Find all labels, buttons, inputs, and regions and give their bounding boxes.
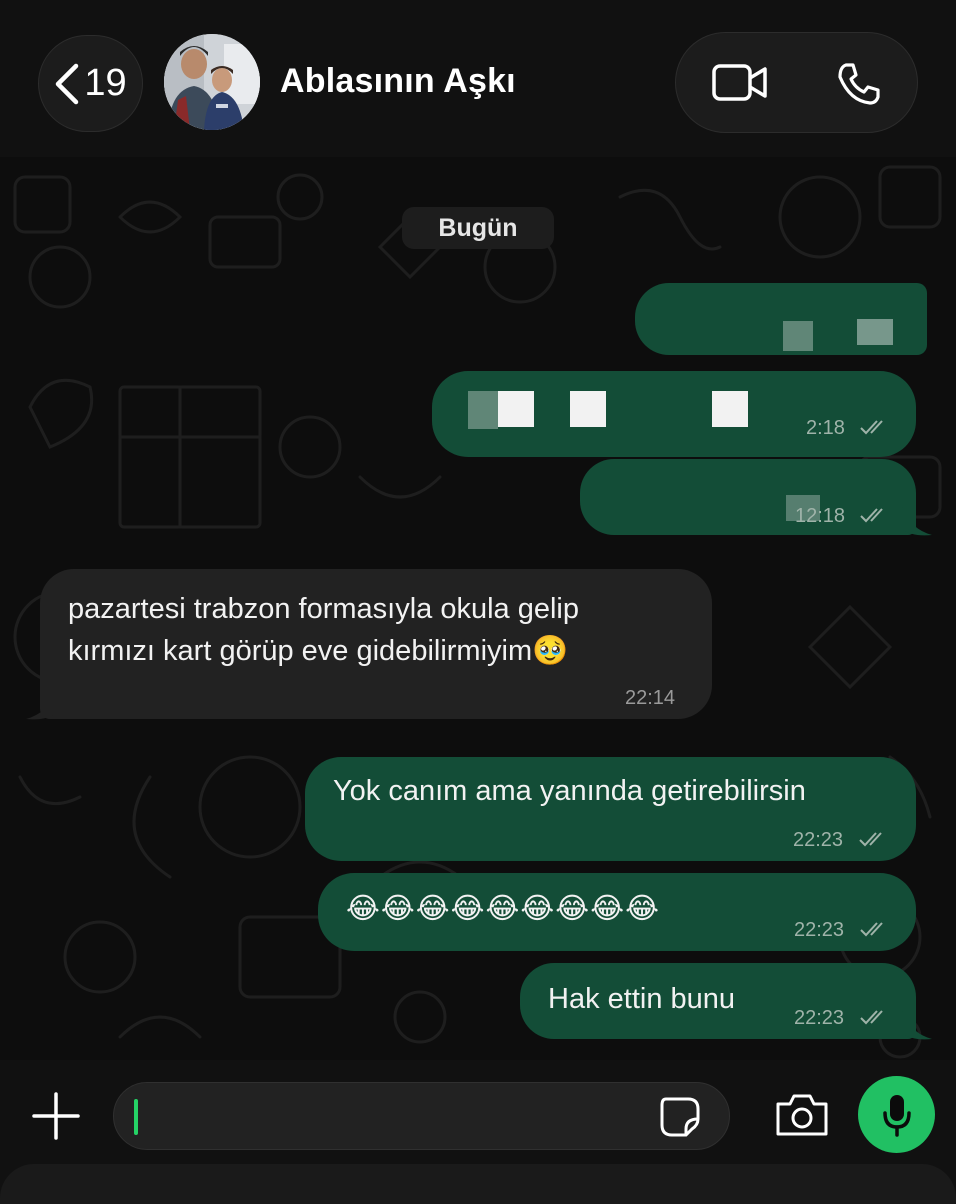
date-divider: Bugün [402, 207, 554, 249]
outgoing-message[interactable]: Hak ettin bunu 22:23 [520, 963, 916, 1039]
outgoing-message-redacted[interactable]: 2:18 [432, 371, 916, 457]
phone-call-icon[interactable] [836, 61, 882, 107]
camera-icon[interactable] [774, 1092, 830, 1138]
read-receipt-icon [860, 420, 883, 435]
outgoing-message[interactable]: 😂😂😂😂😂😂😂😂😂 22:23 [318, 873, 916, 951]
back-button[interactable]: 19 [38, 35, 143, 132]
plus-icon[interactable] [30, 1090, 82, 1142]
message-text: pazartesi trabzon formasıyla okula gelip [68, 593, 579, 625]
sticker-icon[interactable] [658, 1095, 702, 1139]
message-text: 😂😂😂😂😂😂😂😂😂 [346, 893, 660, 925]
read-receipt-icon [860, 1010, 883, 1025]
message-composer [0, 1060, 956, 1204]
redaction-block [468, 391, 498, 429]
redaction-block [570, 391, 606, 427]
redaction-block [712, 391, 748, 427]
avatar[interactable] [164, 34, 260, 130]
chat-area[interactable]: Bugün 2:18 12:18 pazartesi trabzon forma… [0, 157, 956, 1060]
message-time: 22:23 [794, 919, 845, 941]
bubble-tail [902, 507, 932, 536]
outgoing-message[interactable]: Yok canım ama yanında getirebilirsin 22:… [305, 757, 916, 861]
read-receipt-icon [860, 508, 883, 523]
message-input[interactable] [113, 1082, 730, 1150]
message-time: 22:23 [793, 829, 844, 851]
redaction-block [783, 321, 813, 351]
redaction-block [498, 391, 534, 427]
unread-count: 19 [84, 62, 127, 104]
outgoing-message-redacted[interactable] [635, 283, 927, 355]
text-cursor [134, 1099, 138, 1135]
message-time: 22:14 [625, 687, 676, 709]
message-text: Hak ettin bunu [548, 983, 736, 1015]
bottom-panel [0, 1164, 956, 1204]
message-time: 12:18 [795, 505, 846, 527]
call-buttons [675, 32, 918, 133]
message-text: kırmızı kart görüp eve gidebilirmiyim🥹 [68, 635, 569, 667]
video-call-icon[interactable] [712, 63, 768, 103]
redaction-block [857, 319, 893, 345]
microphone-button[interactable] [858, 1076, 935, 1153]
chat-header: 19 Ablasının Aşkı [0, 0, 956, 157]
chevron-left-icon [56, 63, 79, 104]
message-text: Yok canım ama yanında getirebilirsin [333, 775, 806, 807]
message-time: 2:18 [806, 417, 845, 439]
read-receipt-icon [860, 922, 883, 937]
profile-photo [164, 34, 260, 130]
outgoing-message-redacted[interactable]: 12:18 [580, 459, 916, 535]
contact-name[interactable]: Ablasının Aşkı [280, 62, 516, 101]
bubble-tail [26, 691, 56, 720]
bubble-tail [902, 1011, 932, 1040]
read-receipt-icon [859, 832, 882, 847]
incoming-message[interactable]: pazartesi trabzon formasıyla okula gelip… [40, 569, 712, 719]
microphone-icon [882, 1094, 911, 1137]
message-time: 22:23 [794, 1007, 845, 1029]
